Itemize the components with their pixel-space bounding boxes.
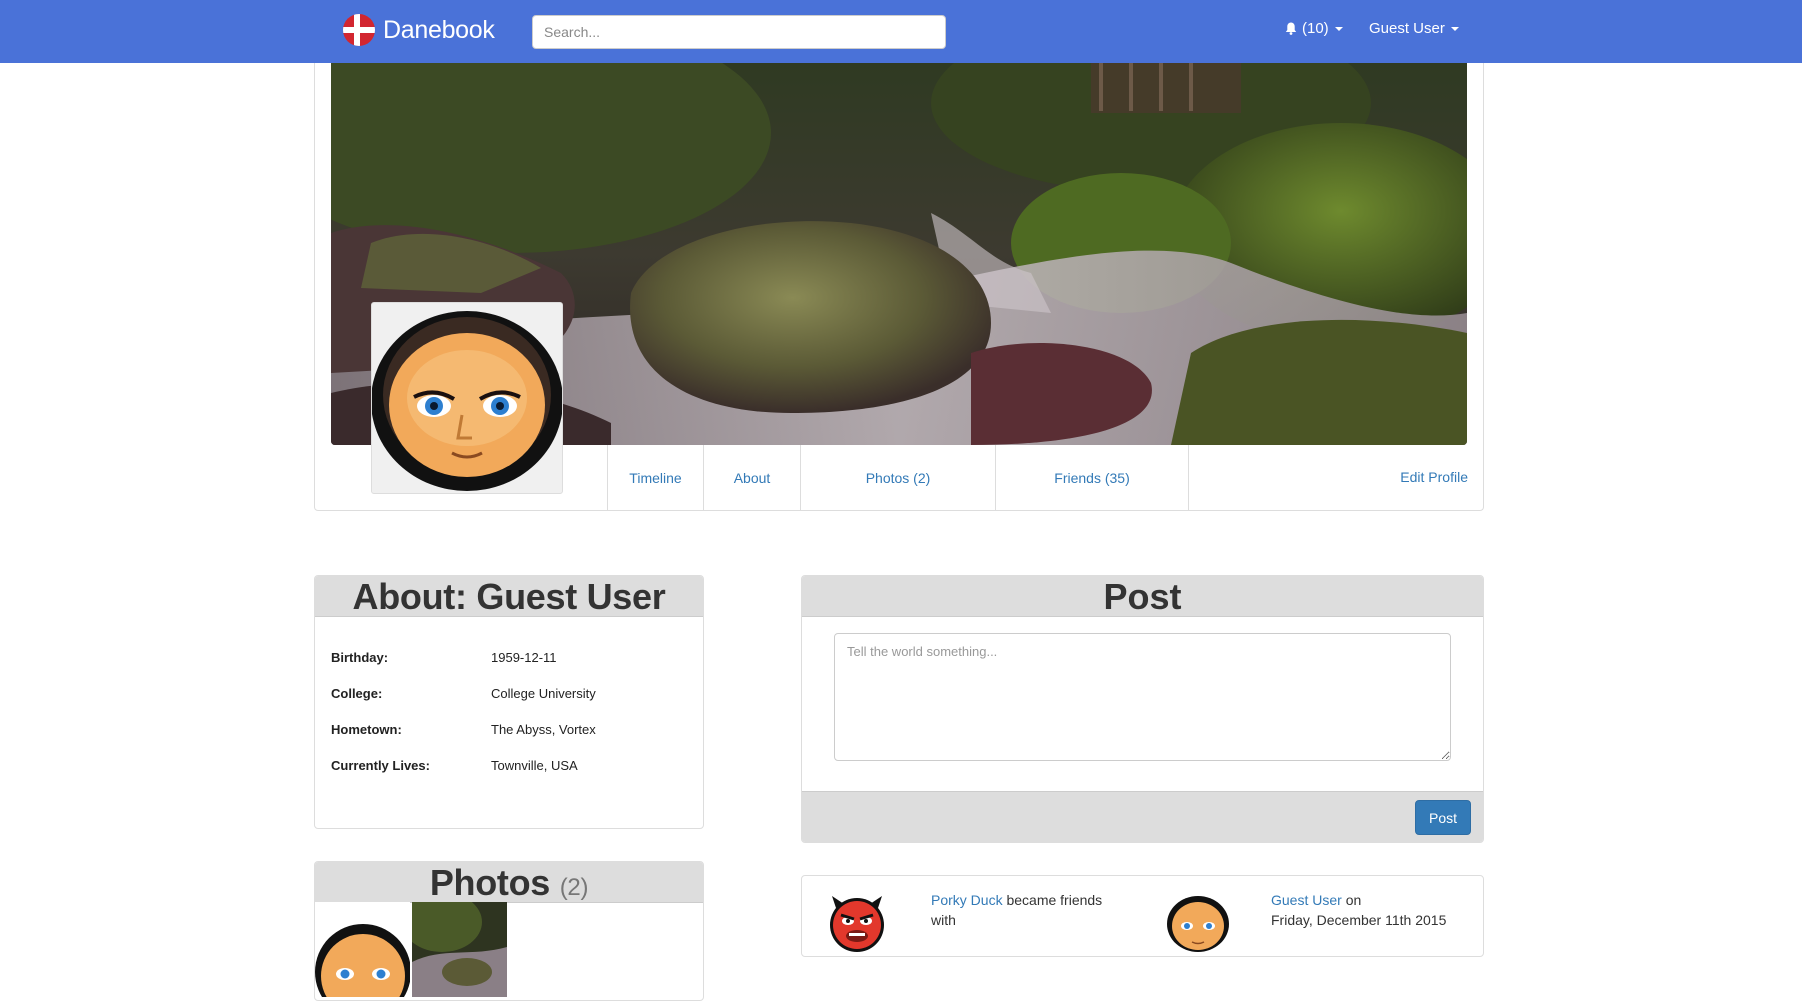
- about-key: Currently Lives:: [331, 758, 430, 773]
- post-textarea[interactable]: [834, 633, 1451, 761]
- devil-avatar-icon[interactable]: [828, 894, 886, 952]
- user-name-link[interactable]: Guest User: [1271, 892, 1342, 908]
- user-menu-label: Guest User: [1369, 20, 1445, 37]
- activity-date: Friday, December 11th 2015: [1271, 912, 1447, 928]
- edit-profile-link[interactable]: Edit Profile: [1340, 469, 1468, 485]
- post-title: Post: [802, 576, 1483, 617]
- notifications-count: (10): [1302, 20, 1329, 37]
- activity-user-text: Guest User on Friday, December 11th 2015: [1271, 890, 1471, 930]
- about-key: Birthday:: [331, 650, 389, 665]
- search-input[interactable]: [532, 15, 946, 49]
- caret-down-icon: [1450, 26, 1459, 31]
- tab-friends[interactable]: Friends (35): [995, 445, 1189, 510]
- photo-thumbnail[interactable]: [315, 902, 410, 997]
- post-footer: Post: [802, 791, 1483, 842]
- caret-down-icon: [1334, 26, 1343, 31]
- about-row-birthday: Birthday: 1959-12-11: [331, 650, 557, 665]
- about-value: The Abyss, Vortex: [491, 722, 596, 737]
- tab-about[interactable]: About: [703, 445, 800, 510]
- photos-count: (2): [559, 874, 589, 901]
- photos-panel: Photos (2): [314, 861, 704, 1001]
- bell-icon: [1285, 22, 1297, 35]
- friend-name-link[interactable]: Porky Duck: [931, 892, 1003, 908]
- photos-heading: Photos (2): [315, 862, 703, 903]
- about-row-college: College: College University: [331, 686, 596, 701]
- about-key: College:: [331, 686, 383, 701]
- landscape-photo-icon: [412, 902, 507, 997]
- post-panel: Post Post: [801, 575, 1484, 843]
- photo-thumbnail[interactable]: [412, 902, 507, 997]
- avatar-face-icon: [371, 311, 563, 491]
- danish-flag-icon: [343, 14, 375, 46]
- about-value: Townville, USA: [491, 758, 578, 773]
- avatar-face-icon: [315, 902, 410, 997]
- post-button[interactable]: Post: [1415, 800, 1471, 835]
- about-value: 1959-12-11: [491, 650, 557, 665]
- tab-photos[interactable]: Photos (2): [800, 445, 995, 510]
- notifications-dropdown[interactable]: (10): [1285, 20, 1343, 37]
- about-row-hometown: Hometown: The Abyss, Vortex: [331, 722, 596, 737]
- on-text: on: [1341, 892, 1362, 908]
- about-value: College University: [491, 686, 596, 701]
- activity-panel: Porky Duck became friends with Guest Use…: [801, 875, 1484, 957]
- brand-link[interactable]: Danebook: [343, 13, 495, 47]
- about-key: Hometown:: [331, 722, 402, 737]
- profile-tabs: Timeline About Photos (2) Friends (35): [607, 445, 1189, 510]
- guest-avatar-icon[interactable]: [1167, 894, 1229, 952]
- about-title: About: Guest User: [315, 576, 703, 617]
- about-panel: About: Guest User Birthday: 1959-12-11 C…: [314, 575, 704, 829]
- tab-timeline[interactable]: Timeline: [607, 445, 703, 510]
- user-dropdown[interactable]: Guest User: [1369, 20, 1459, 37]
- activity-friendship-text: Porky Duck became friends with: [931, 890, 1111, 930]
- photos-title: Photos: [429, 862, 551, 903]
- profile-avatar[interactable]: [371, 302, 563, 494]
- brand-name: Danebook: [383, 15, 495, 44]
- top-navbar: Danebook (10) Guest User: [0, 0, 1802, 63]
- about-row-currently-lives: Currently Lives: Townville, USA: [331, 758, 578, 773]
